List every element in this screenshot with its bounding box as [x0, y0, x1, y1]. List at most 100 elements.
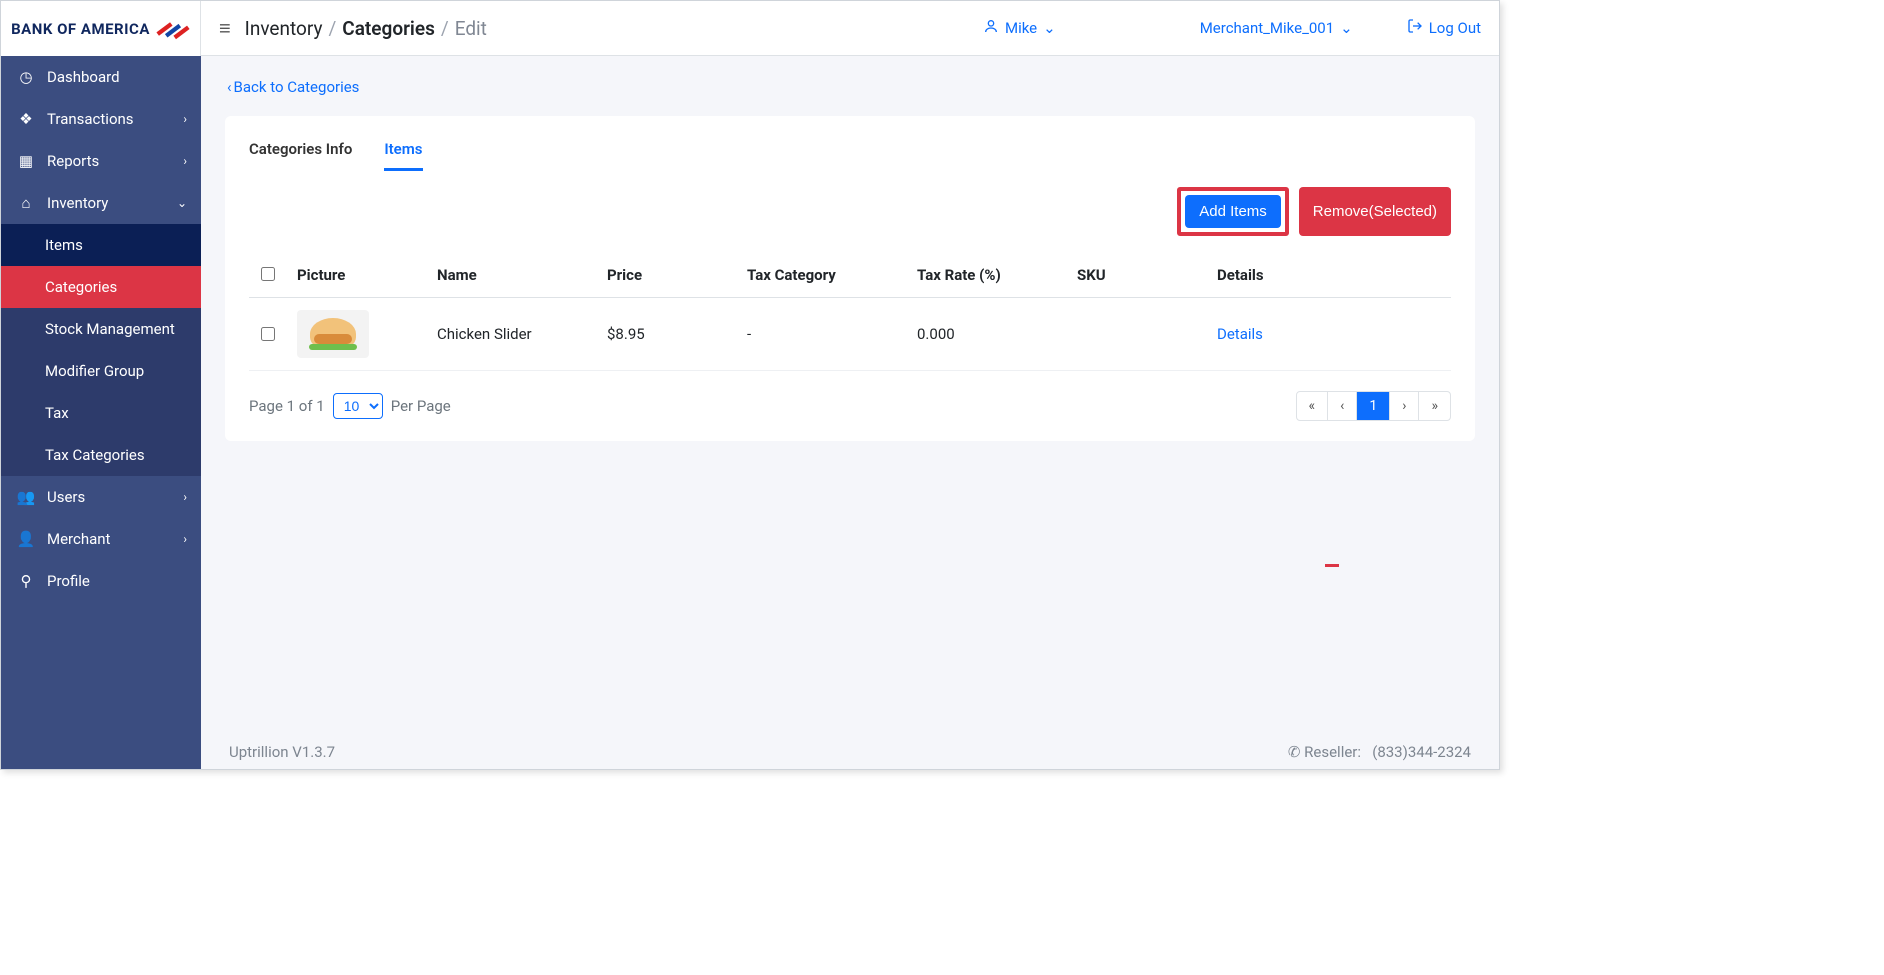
tab-categories-info[interactable]: Categories Info [249, 136, 352, 171]
content-area: ‹ Back to Categories Categories Info Ite… [201, 56, 1499, 769]
sidebar-item-stock-management[interactable]: Stock Management [1, 308, 201, 350]
col-details: Details [1209, 252, 1451, 298]
brand-flag-icon [156, 18, 190, 40]
sidebar-item-label: Inventory [47, 194, 108, 212]
remove-selected-button[interactable]: Remove(Selected) [1299, 187, 1451, 236]
user-menu[interactable]: Mike ⌄ [983, 18, 1056, 38]
sidebar-item-reports[interactable]: ▦ Reports › [1, 140, 201, 182]
sidebar-item-label: Tax Categories [45, 446, 145, 464]
col-name: Name [429, 252, 599, 298]
sidebar-item-tax-categories[interactable]: Tax Categories [1, 434, 201, 476]
gauge-icon: ◷ [17, 68, 35, 86]
sidebar-item-users[interactable]: 👥 Users › [1, 476, 201, 518]
brand-text: BANK OF AMERICA [11, 20, 150, 38]
cell-name: Chicken Slider [429, 298, 599, 371]
table-row: Chicken Slider $8.95 - 0.000 Details [249, 298, 1451, 371]
page-1[interactable]: 1 [1357, 392, 1390, 420]
sidebar-item-label: Items [45, 236, 83, 254]
breadcrumb-mid[interactable]: Categories [342, 17, 435, 40]
category-card: Categories Info Items Add Items Remove(S… [225, 116, 1475, 441]
coins-icon: ❖ [17, 110, 35, 128]
cell-sku [1069, 298, 1209, 371]
tabs: Categories Info Items [249, 136, 1451, 171]
breadcrumb-sep: / [441, 17, 449, 40]
items-table: Picture Name Price Tax Category Tax Rate… [249, 252, 1451, 371]
user-icon [983, 18, 999, 38]
table-icon: ▦ [17, 152, 35, 170]
sidebar-item-label: Tax [45, 404, 69, 422]
breadcrumb-sep: / [328, 17, 336, 40]
select-all-checkbox[interactable] [261, 267, 275, 281]
chevron-right-icon: › [183, 532, 187, 546]
add-items-button[interactable]: Add Items [1185, 195, 1281, 228]
breadcrumb-root[interactable]: Inventory [245, 17, 323, 40]
sidebar-nav: ◷ Dashboard ❖ Transactions › ▦ Reports ›… [1, 56, 201, 602]
chevron-down-icon: ⌄ [177, 196, 187, 210]
sidebar-item-profile[interactable]: ⚲ Profile [1, 560, 201, 602]
tab-items[interactable]: Items [384, 136, 422, 171]
page-prev[interactable]: ‹ [1328, 392, 1357, 420]
merchant-icon: 👤 [17, 530, 35, 548]
version-text: Uptrillion V1.3.7 [229, 743, 335, 761]
breadcrumb: Inventory / Categories / Edit [245, 17, 487, 40]
chevron-right-icon: › [183, 112, 187, 126]
merchant-menu[interactable]: Merchant_Mike_001 ⌄ [1200, 19, 1353, 37]
page-size-select[interactable]: 10 [333, 393, 383, 419]
sidebar-item-label: Reports [47, 152, 99, 170]
chevron-down-icon: ⌄ [1340, 19, 1353, 37]
sidebar-item-label: Users [47, 488, 85, 506]
sidebar-item-label: Stock Management [45, 320, 175, 338]
sidebar-item-label: Merchant [47, 530, 110, 548]
logout-label: Log Out [1429, 19, 1481, 37]
chevron-down-icon: ⌄ [1043, 19, 1056, 37]
chevron-right-icon: › [183, 154, 187, 168]
brand-logo: BANK OF AMERICA [1, 1, 201, 56]
logout-link[interactable]: Log Out [1407, 18, 1481, 38]
main-area: ≡ Inventory / Categories / Edit Mike ⌄ M… [201, 1, 1499, 769]
pager: Page 1 of 1 10 Per Page « ‹ 1 › » [249, 391, 1451, 421]
details-link[interactable]: Details [1217, 325, 1263, 343]
reseller-phone: (833)344-2324 [1372, 743, 1471, 761]
footer: Uptrillion V1.3.7 ✆ Reseller: (833)344-2… [225, 733, 1475, 769]
col-tax-rate: Tax Rate (%) [909, 252, 1069, 298]
sidebar-item-transactions[interactable]: ❖ Transactions › [1, 98, 201, 140]
page-text: Page 1 of 1 [249, 397, 325, 415]
page-next[interactable]: › [1390, 392, 1419, 420]
sidebar-item-dashboard[interactable]: ◷ Dashboard [1, 56, 201, 98]
back-to-categories-link[interactable]: ‹ Back to Categories [227, 78, 1475, 96]
merchant-name: Merchant_Mike_001 [1200, 19, 1334, 37]
cell-price: $8.95 [599, 298, 739, 371]
sidebar-item-label: Categories [45, 278, 117, 296]
sidebar-item-items[interactable]: Items [1, 224, 201, 266]
cell-tax-category: - [739, 298, 909, 371]
sidebar-item-label: Dashboard [47, 68, 120, 86]
sidebar-item-categories[interactable]: Categories [1, 266, 201, 308]
col-tax-category: Tax Category [739, 252, 909, 298]
sidebar-item-merchant[interactable]: 👤 Merchant › [1, 518, 201, 560]
sidebar-item-tax[interactable]: Tax [1, 392, 201, 434]
sidebar-item-inventory[interactable]: ⌂ Inventory ⌄ [1, 182, 201, 224]
home-icon: ⌂ [17, 194, 35, 212]
sidebar-item-modifier-group[interactable]: Modifier Group [1, 350, 201, 392]
page-last[interactable]: » [1419, 392, 1450, 420]
cell-tax-rate: 0.000 [909, 298, 1069, 371]
annotation-mark [1325, 564, 1339, 567]
app-window: BANK OF AMERICA ◷ Dashboard ❖ Transactio… [0, 0, 1500, 770]
page-first[interactable]: « [1297, 392, 1329, 420]
row-checkbox[interactable] [261, 327, 275, 341]
chevron-right-icon: › [183, 490, 187, 504]
pagination: « ‹ 1 › » [1296, 391, 1451, 421]
per-page-label: Per Page [391, 397, 451, 415]
col-price: Price [599, 252, 739, 298]
sidebar-item-label: Transactions [47, 110, 134, 128]
menu-toggle-icon[interactable]: ≡ [219, 16, 231, 41]
sidebar-item-label: Profile [47, 572, 90, 590]
users-icon: 👥 [17, 488, 35, 506]
back-link-label: Back to Categories [234, 78, 360, 96]
user-name: Mike [1005, 19, 1037, 37]
reseller-label: Reseller: [1304, 743, 1361, 761]
sidebar: BANK OF AMERICA ◷ Dashboard ❖ Transactio… [1, 1, 201, 769]
chevron-left-icon: ‹ [227, 78, 232, 96]
callout-highlight: Add Items [1177, 187, 1289, 236]
sidebar-item-label: Modifier Group [45, 362, 144, 380]
